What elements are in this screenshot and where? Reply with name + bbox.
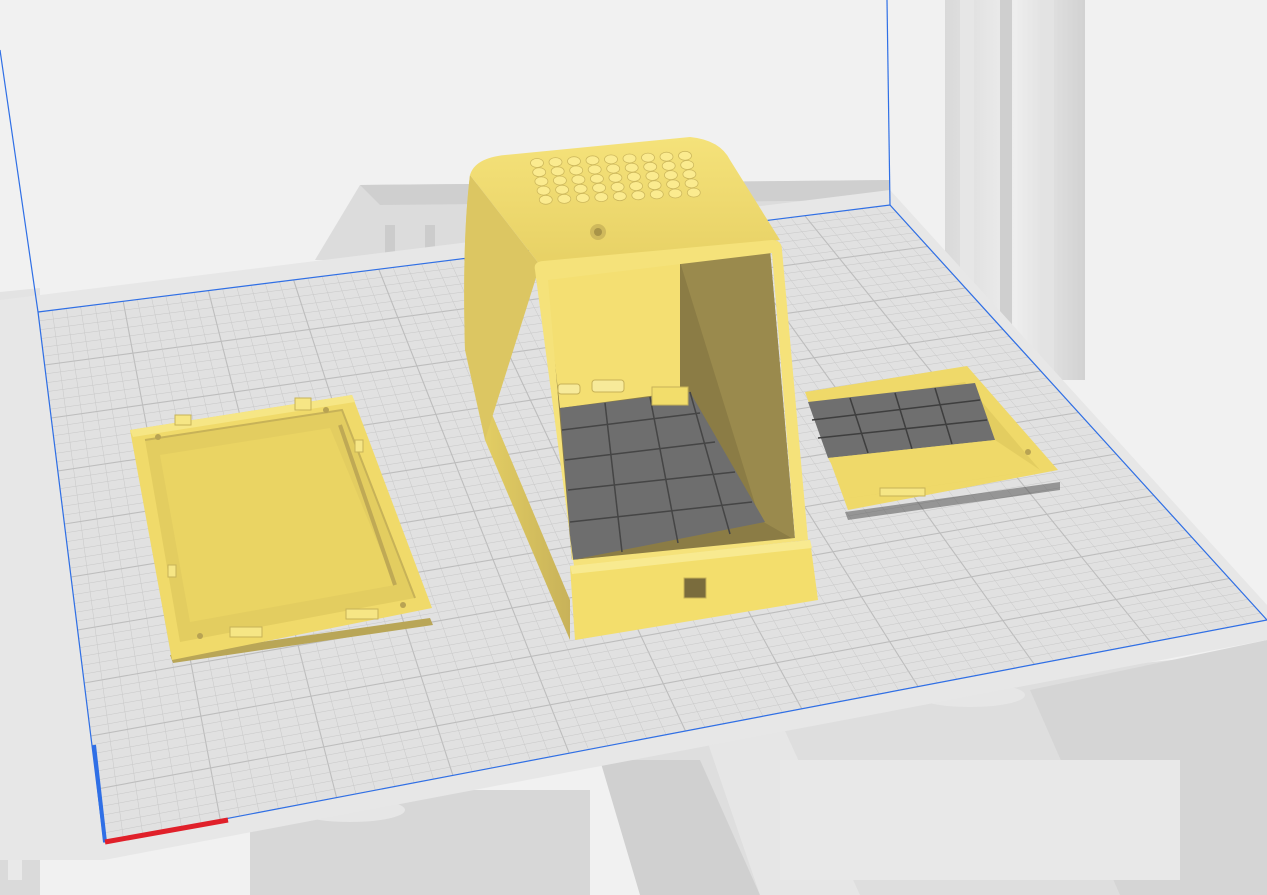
vent-hole — [624, 162, 639, 173]
vent-hole — [587, 164, 602, 175]
vent-hole — [594, 192, 609, 203]
vent-hole — [664, 170, 678, 181]
vent-hole — [555, 184, 569, 195]
vent-hole — [631, 190, 646, 201]
vent-hole — [641, 152, 655, 163]
vent-hole — [606, 163, 621, 174]
vent-hole — [622, 153, 637, 164]
vent-hole — [604, 154, 618, 165]
vent-hole — [585, 155, 600, 166]
vent-hole — [569, 165, 584, 176]
vent-hole — [686, 187, 701, 198]
vent-hole — [661, 160, 676, 171]
vent-hole — [532, 167, 547, 178]
vent-hole — [530, 158, 544, 168]
vent-hole — [534, 176, 549, 187]
vent-hole — [557, 193, 572, 204]
vent-hole — [592, 182, 606, 193]
vent-hole — [668, 188, 683, 199]
vent-hole — [629, 181, 643, 192]
vent-hole — [666, 179, 680, 190]
vent-hole — [553, 175, 567, 186]
usb-port-cutout — [683, 577, 707, 599]
vent-hole — [659, 151, 674, 162]
vent-hole — [627, 171, 641, 182]
vent-hole — [573, 183, 588, 194]
vent-hole — [647, 180, 662, 191]
vent-hole — [610, 182, 625, 192]
vent-hole — [538, 194, 553, 205]
vent-hole — [643, 161, 658, 172]
vent-hole — [567, 156, 581, 167]
vent-hole — [590, 173, 604, 184]
vent-hole — [682, 169, 697, 180]
vent-hole — [678, 150, 692, 161]
vent-hole — [575, 193, 590, 203]
vent-hole — [548, 157, 563, 168]
vent-hole — [684, 178, 699, 189]
vent-hole — [649, 189, 664, 200]
vent-hole — [536, 185, 551, 196]
3d-viewport[interactable] — [0, 0, 1267, 895]
vent-hole — [645, 171, 660, 181]
vent-hole — [571, 174, 586, 185]
vent-hole — [550, 166, 565, 177]
vent-hole — [680, 160, 695, 170]
scene-canvas[interactable] — [0, 0, 1267, 895]
vent-hole — [612, 191, 627, 202]
vent-hole — [608, 172, 623, 183]
